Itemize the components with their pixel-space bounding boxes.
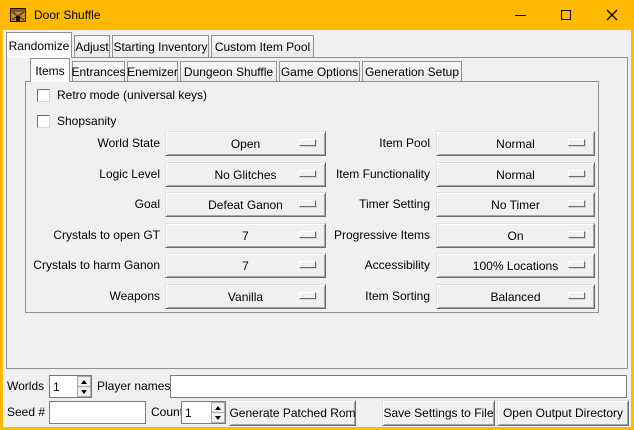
generate-patched-rom-label: Generate Patched Rom xyxy=(229,406,355,420)
worlds-spinner xyxy=(49,375,92,398)
tab-starting-inventory[interactable]: Starting Inventory xyxy=(112,35,209,57)
count-spin-down-button[interactable] xyxy=(211,412,225,423)
minimize-button[interactable] xyxy=(497,0,543,30)
spinner-down-icon xyxy=(81,390,87,394)
subtab-entrances[interactable]: Entrances xyxy=(72,61,125,81)
tab-randomize-label: Randomize xyxy=(9,39,70,53)
item-sorting-label: Item Sorting xyxy=(298,284,430,309)
subtab-dungeon-shuffle-label: Dungeon Shuffle xyxy=(184,65,273,79)
weapons-value: Vanilla xyxy=(228,290,263,304)
app-window: Door Shuffle Randomize Adjust Starting I… xyxy=(0,0,634,430)
subtab-entrances-label: Entrances xyxy=(71,65,125,79)
close-button[interactable] xyxy=(589,0,634,30)
open-output-directory-label: Open Output Directory xyxy=(503,406,623,420)
spinner-down-icon xyxy=(215,416,221,420)
weapons-label: Weapons xyxy=(28,284,160,309)
tab-adjust-label: Adjust xyxy=(75,40,108,54)
player-names-label: Player names xyxy=(97,375,170,398)
world-state-value: Open xyxy=(231,137,260,151)
dropdown-indicator-icon xyxy=(568,231,585,238)
item-pool-dropdown[interactable]: Normal xyxy=(436,131,595,156)
accessibility-label: Accessibility xyxy=(298,253,430,278)
subtab-game-options[interactable]: Game Options xyxy=(279,61,360,81)
dropdown-indicator-icon xyxy=(568,261,585,268)
item-pool-value: Normal xyxy=(496,137,535,151)
spinner-up-icon xyxy=(215,406,221,410)
timer-setting-dropdown[interactable]: No Timer xyxy=(436,192,595,217)
window-title: Door Shuffle xyxy=(34,0,101,30)
crystals-harm-ganon-value: 7 xyxy=(242,259,249,273)
progressive-items-value: On xyxy=(507,229,523,243)
progressive-items-dropdown[interactable]: On xyxy=(436,223,595,248)
dropdown-indicator-icon xyxy=(568,200,585,207)
goal-value: Defeat Ganon xyxy=(208,198,283,212)
count-label: Count xyxy=(151,400,183,425)
subtab-items[interactable]: Items xyxy=(30,58,70,82)
tab-custom-item-pool-label: Custom Item Pool xyxy=(215,40,310,54)
worlds-spin-down-button[interactable] xyxy=(77,386,91,397)
worlds-spinner-buttons xyxy=(77,376,91,397)
chest-icon xyxy=(10,7,26,23)
save-settings-button[interactable]: Save Settings to File xyxy=(382,400,495,426)
shopsanity-checkbox[interactable] xyxy=(37,115,50,128)
subtab-generation-setup-label: Generation Setup xyxy=(365,65,459,79)
generate-patched-rom-button[interactable]: Generate Patched Rom xyxy=(229,400,356,426)
timer-setting-value: No Timer xyxy=(491,198,540,212)
item-functionality-label: Item Functionality xyxy=(298,162,430,187)
maximize-icon xyxy=(561,10,571,20)
crystals-open-gt-label: Crystals to open GT xyxy=(28,223,160,248)
subtab-game-options-label: Game Options xyxy=(281,65,358,79)
maximize-button[interactable] xyxy=(543,0,589,30)
count-spinner xyxy=(181,401,226,424)
item-functionality-dropdown[interactable]: Normal xyxy=(436,162,595,187)
subtab-enemizer[interactable]: Enemizer xyxy=(127,61,178,81)
item-sorting-value: Balanced xyxy=(490,290,540,304)
count-spinner-buttons xyxy=(211,402,225,423)
tab-starting-inventory-label: Starting Inventory xyxy=(113,40,207,54)
worlds-label: Worlds xyxy=(7,375,44,398)
title-bar[interactable]: Door Shuffle xyxy=(0,0,634,30)
logic-level-label: Logic Level xyxy=(28,162,160,187)
open-output-directory-button[interactable]: Open Output Directory xyxy=(497,400,629,426)
crystals-harm-ganon-label: Crystals to harm Ganon xyxy=(28,253,160,278)
subtab-dungeon-shuffle[interactable]: Dungeon Shuffle xyxy=(180,61,277,81)
subtab-items-label: Items xyxy=(35,64,64,78)
retro-mode-checkbox[interactable] xyxy=(37,89,50,102)
goal-label: Goal xyxy=(28,192,160,217)
tab-custom-item-pool[interactable]: Custom Item Pool xyxy=(211,35,314,57)
subtab-generation-setup[interactable]: Generation Setup xyxy=(362,61,462,81)
accessibility-dropdown[interactable]: 100% Locations xyxy=(436,253,595,278)
accessibility-value: 100% Locations xyxy=(473,259,558,273)
close-icon xyxy=(606,9,618,21)
tab-randomize[interactable]: Randomize xyxy=(6,32,72,58)
seed-label: Seed # xyxy=(7,400,45,425)
dropdown-indicator-icon xyxy=(568,292,585,299)
logic-level-value: No Glitches xyxy=(214,168,276,182)
item-pool-label: Item Pool xyxy=(298,131,430,156)
dropdown-indicator-icon xyxy=(568,170,585,177)
crystals-open-gt-value: 7 xyxy=(242,229,249,243)
count-input[interactable] xyxy=(182,402,210,423)
shopsanity-label: Shopsanity xyxy=(57,114,116,129)
spinner-up-icon xyxy=(81,380,87,384)
save-settings-label: Save Settings to File xyxy=(383,406,493,420)
progressive-items-label: Progressive Items xyxy=(298,223,430,248)
seed-input[interactable] xyxy=(49,401,146,424)
worlds-input[interactable] xyxy=(50,376,76,397)
subtab-enemizer-label: Enemizer xyxy=(127,65,178,79)
tab-adjust[interactable]: Adjust xyxy=(74,35,110,57)
player-names-input[interactable] xyxy=(170,375,627,398)
retro-mode-label: Retro mode (universal keys) xyxy=(57,88,207,103)
world-state-label: World State xyxy=(28,131,160,156)
minimize-icon xyxy=(515,15,526,16)
dropdown-indicator-icon xyxy=(568,139,585,146)
item-sorting-dropdown[interactable]: Balanced xyxy=(436,284,595,309)
item-functionality-value: Normal xyxy=(496,168,535,182)
timer-setting-label: Timer Setting xyxy=(298,192,430,217)
